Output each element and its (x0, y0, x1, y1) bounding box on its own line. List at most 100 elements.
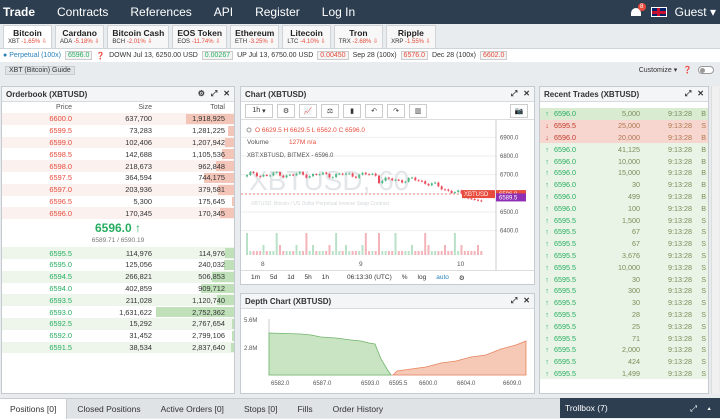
instrument-tab[interactable]: Cardano ADA -5.18% ⇩ (54, 25, 105, 48)
bid-row[interactable]: 6592.5 15,292 2,767,654 (2, 317, 234, 330)
bell-icon[interactable]: 8 (629, 3, 646, 18)
nav-api[interactable]: API (214, 5, 233, 19)
interval-select[interactable]: 1h ▾ (245, 103, 273, 118)
ask-row[interactable]: 6599.0 102,406 1,207,942 (2, 136, 234, 149)
chart-type-icon[interactable]: ▮ (343, 103, 361, 118)
dec-contract[interactable]: Dec 28 (100x) (432, 52, 476, 59)
trade-row[interactable]: ↑ 6595.5 2,000 9:13:28 S (540, 343, 708, 356)
sep-contract[interactable]: Sep 28 (100x) (353, 52, 397, 59)
log-toggle[interactable]: log (418, 274, 427, 281)
bid-row[interactable]: 6593.5 211,028 1,120,740 (2, 294, 234, 307)
bid-row[interactable]: 6595.5 114,976 114,976 (2, 247, 234, 259)
trollbox[interactable]: Trollbox (7) ⤢ ▴ (560, 398, 720, 418)
trade-row[interactable]: ↑ 6596.0 100 9:13:28 B (540, 202, 708, 215)
trade-row[interactable]: ↓ 6595.5 25,000 9:13:28 S (540, 119, 708, 132)
close-icon[interactable]: ✕ (523, 89, 530, 99)
bid-row[interactable]: 6595.0 125,056 240,032 (2, 259, 234, 271)
gear-icon[interactable]: ⚙ (198, 89, 205, 99)
bid-row[interactable]: 6594.0 402,859 909,712 (2, 283, 234, 295)
trade-row[interactable]: ↓ 6596.0 20,000 9:13:28 B (540, 131, 708, 144)
uk-flag-icon[interactable] (650, 7, 667, 17)
trade-row[interactable]: ↑ 6596.0 499 9:13:28 B (540, 190, 708, 203)
scrollbar[interactable] (711, 86, 719, 394)
customize-menu[interactable]: Customize ▾ (639, 66, 678, 74)
ask-row[interactable]: 6599.5 73,283 1,281,225 (2, 125, 234, 137)
range-1m[interactable]: 1m (251, 274, 260, 281)
trade-row[interactable]: ↑ 6596.0 30 9:13:28 B (540, 178, 708, 191)
bottom-tab[interactable]: Closed Positions (67, 399, 150, 419)
trade-row[interactable]: ↑ 6595.5 28 9:13:28 S (540, 308, 708, 321)
range-1d[interactable]: 1d (287, 274, 294, 281)
range-5h[interactable]: 5h (305, 274, 312, 281)
ask-row[interactable]: 6598.0 218,673 962,848 (2, 160, 234, 172)
indicators-icon[interactable]: 📈 (299, 103, 317, 118)
close-icon[interactable]: ✕ (697, 89, 704, 99)
ask-row[interactable]: 6596.0 170,345 170,345 (2, 207, 234, 220)
trade-row[interactable]: ↑ 6595.5 300 9:13:28 S (540, 284, 708, 297)
ask-row[interactable]: 6596.5 5,300 175,645 (2, 196, 234, 208)
trade-row[interactable]: ↑ 6595.5 67 9:13:28 S (540, 237, 708, 250)
price-chart[interactable]: XBTUSD, 60XBTUSD: Bitcoin / US Dollar Pe… (241, 120, 534, 270)
percent-toggle[interactable]: % (402, 274, 408, 281)
range-1h[interactable]: 1h (322, 274, 329, 281)
instrument-tab[interactable]: Ripple XRP -1.55% ⇩ (386, 25, 436, 48)
trade-row[interactable]: ↑ 6595.5 25 9:13:28 S (540, 320, 708, 333)
trade-row[interactable]: ↑ 6595.5 67 9:13:28 S (540, 225, 708, 238)
bottom-tab[interactable]: Order History (323, 399, 394, 419)
nav-login[interactable]: Log In (322, 5, 355, 19)
trade-row[interactable]: ↑ 6596.0 5,000 9:13:28 B (540, 108, 708, 120)
redo-icon[interactable]: ↷ (387, 103, 405, 118)
down-contract[interactable]: DOWN Jul 13, 6250.00 USD (109, 52, 198, 59)
trade-row[interactable]: ↑ 6595.5 1,499 9:13:28 S (540, 367, 708, 380)
instrument-tab[interactable]: Litecoin LTC -4.10% ⇩ (282, 25, 331, 48)
layout-toggle[interactable] (698, 66, 714, 74)
trade-row[interactable]: ↑ 6595.5 1,500 9:13:28 S (540, 214, 708, 226)
perpetual-contract[interactable]: ● Perpetual (100x) (3, 52, 61, 59)
range-5d[interactable]: 5d (270, 274, 277, 281)
guest-menu[interactable]: Guest ▾ (675, 5, 716, 19)
trade-row[interactable]: ↑ 6596.0 15,000 9:13:28 B (540, 166, 708, 179)
bottom-tab[interactable]: Active Orders [0] (151, 399, 234, 419)
close-icon[interactable]: ✕ (523, 296, 530, 306)
trade-row[interactable]: ↑ 6596.0 10,000 9:13:28 B (540, 155, 708, 167)
bid-row[interactable]: 6592.0 31,452 2,799,106 (2, 330, 234, 342)
instrument-tab[interactable]: Bitcoin XBT -1.65% ⇩ (3, 25, 52, 48)
expand-icon[interactable]: ⤢ (511, 296, 517, 306)
nav-contracts[interactable]: Contracts (57, 5, 108, 19)
trade-row[interactable]: ↑ 6595.5 424 9:13:28 S (540, 355, 708, 368)
guide-link[interactable]: XBT (Bitcoin) Guide (5, 65, 75, 75)
expand-icon[interactable]: ⤢ (685, 89, 691, 99)
help-icon[interactable]: ❓ (683, 66, 692, 74)
gear-icon[interactable]: ⚙ (459, 274, 465, 282)
trade-row[interactable]: ↑ 6596.0 41,125 9:13:28 B (540, 143, 708, 156)
camera-icon[interactable]: 📷 (510, 103, 528, 118)
trollbox-controls-icon[interactable]: ⤢ ▴ (690, 403, 715, 414)
auto-toggle[interactable]: auto (436, 274, 449, 281)
trade-row[interactable]: ↑ 6595.5 71 9:13:28 S (540, 332, 708, 344)
info-icon[interactable]: ❓ (96, 52, 105, 60)
bottom-tab[interactable]: Positions [0] (0, 398, 68, 419)
instrument-tab[interactable]: EOS Token EOS -11.74% ⇩ (172, 25, 228, 48)
ask-row[interactable]: 6598.5 142,688 1,105,536 (2, 148, 234, 160)
instrument-tab[interactable]: Ethereum ETH -3.25% ⇩ (230, 25, 280, 48)
trade-row[interactable]: ↑ 6595.5 10,000 9:13:28 S (540, 261, 708, 274)
compare-icon[interactable]: ⚖ (321, 103, 339, 118)
instrument-tab[interactable]: Bitcoin Cash BCH -2.01% ⇩ (107, 25, 170, 48)
bottom-tab[interactable]: Fills (288, 399, 323, 419)
bid-row[interactable]: 6591.5 38,534 2,837,640 (2, 341, 234, 354)
up-contract[interactable]: UP Jul 13, 6750.00 USD (237, 52, 313, 59)
trade-row[interactable]: ↑ 6595.5 3,676 9:13:28 S (540, 249, 708, 262)
nav-register[interactable]: Register (255, 5, 300, 19)
undo-icon[interactable]: ↶ (365, 103, 383, 118)
ask-row[interactable]: 6597.5 364,594 744,175 (2, 172, 234, 184)
nav-references[interactable]: References (130, 5, 191, 19)
bar-chart-icon[interactable]: ▥ (409, 103, 427, 118)
bottom-tab[interactable]: Stops [0] (234, 399, 288, 419)
expand-icon[interactable]: ⤢ (211, 89, 217, 99)
trade-row[interactable]: ↑ 6595.5 30 9:13:28 S (540, 296, 708, 309)
bid-row[interactable]: 6594.5 266,821 506,853 (2, 270, 234, 283)
ask-row[interactable]: 6600.0 637,700 1,918,925 (2, 113, 234, 125)
settings-icon[interactable]: ⚙ (277, 103, 295, 118)
logo[interactable]: Trade (3, 5, 35, 19)
instrument-tab[interactable]: Tron TRX -2.68% ⇩ (333, 25, 384, 48)
